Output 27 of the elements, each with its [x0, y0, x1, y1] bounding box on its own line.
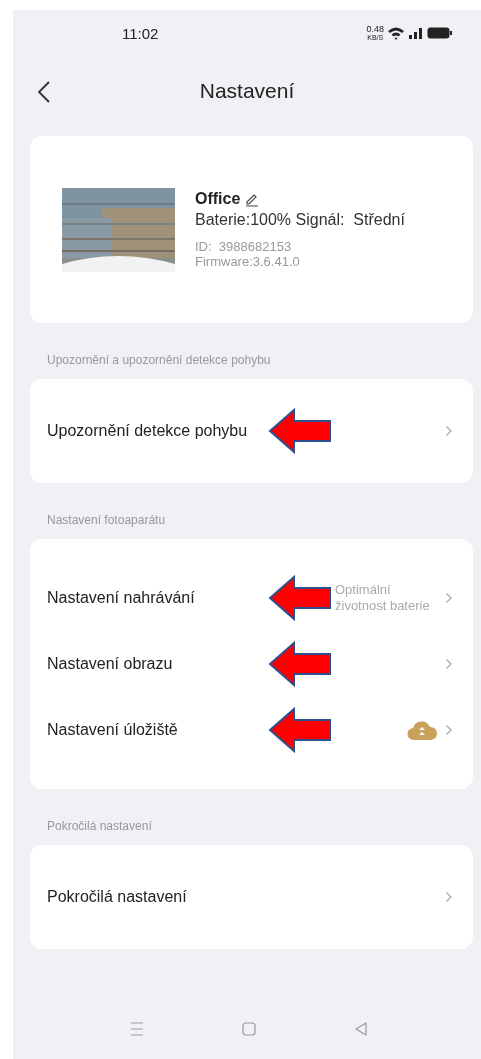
device-name: Office — [195, 190, 241, 208]
battery-signal-text: Baterie:100% Signál: Střední — [195, 211, 405, 229]
back-button[interactable] — [37, 80, 51, 104]
section-label: Pokročilá nastavení — [46, 818, 153, 835]
device-card[interactable]: Office Baterie:100% Signál: Střední ID: 3988682153 Firmware:3.6.41.0 — [30, 136, 473, 323]
chevron-right-icon — [445, 891, 453, 903]
settings-row[interactable]: Nastavení nahrávání Optimální životnost baterie — [30, 565, 473, 631]
battery-icon — [427, 27, 453, 39]
chevron-right-icon — [445, 425, 453, 437]
settings-row[interactable]: Nastavení obrazu — [30, 631, 473, 697]
wifi-icon — [387, 26, 405, 40]
settings-row[interactable]: Pokročilá nastavení — [30, 871, 473, 923]
status-time: 11:02 — [122, 24, 159, 42]
home-icon[interactable] — [241, 1021, 257, 1037]
chevron-right-icon — [445, 724, 453, 736]
settings-row[interactable]: Nastavení úložiště — [30, 697, 473, 763]
back-icon[interactable] — [353, 1021, 369, 1037]
chevron-right-icon — [445, 658, 453, 670]
menu-icon[interactable] — [129, 1021, 145, 1037]
section-label: Upozornění a upozornění detekce pohybu — [46, 352, 272, 369]
device-id: ID: 3988682153 — [195, 239, 293, 254]
page-title: Nastavení — [199, 79, 295, 103]
section-label: Nastavení fotoaparátu — [46, 512, 167, 529]
settings-row[interactable]: Upozornění detekce pohybu — [30, 405, 473, 457]
firmware-version: Firmware:3.6.41.0 — [195, 254, 301, 269]
signal-icon — [408, 27, 424, 39]
chevron-right-icon — [445, 592, 453, 604]
